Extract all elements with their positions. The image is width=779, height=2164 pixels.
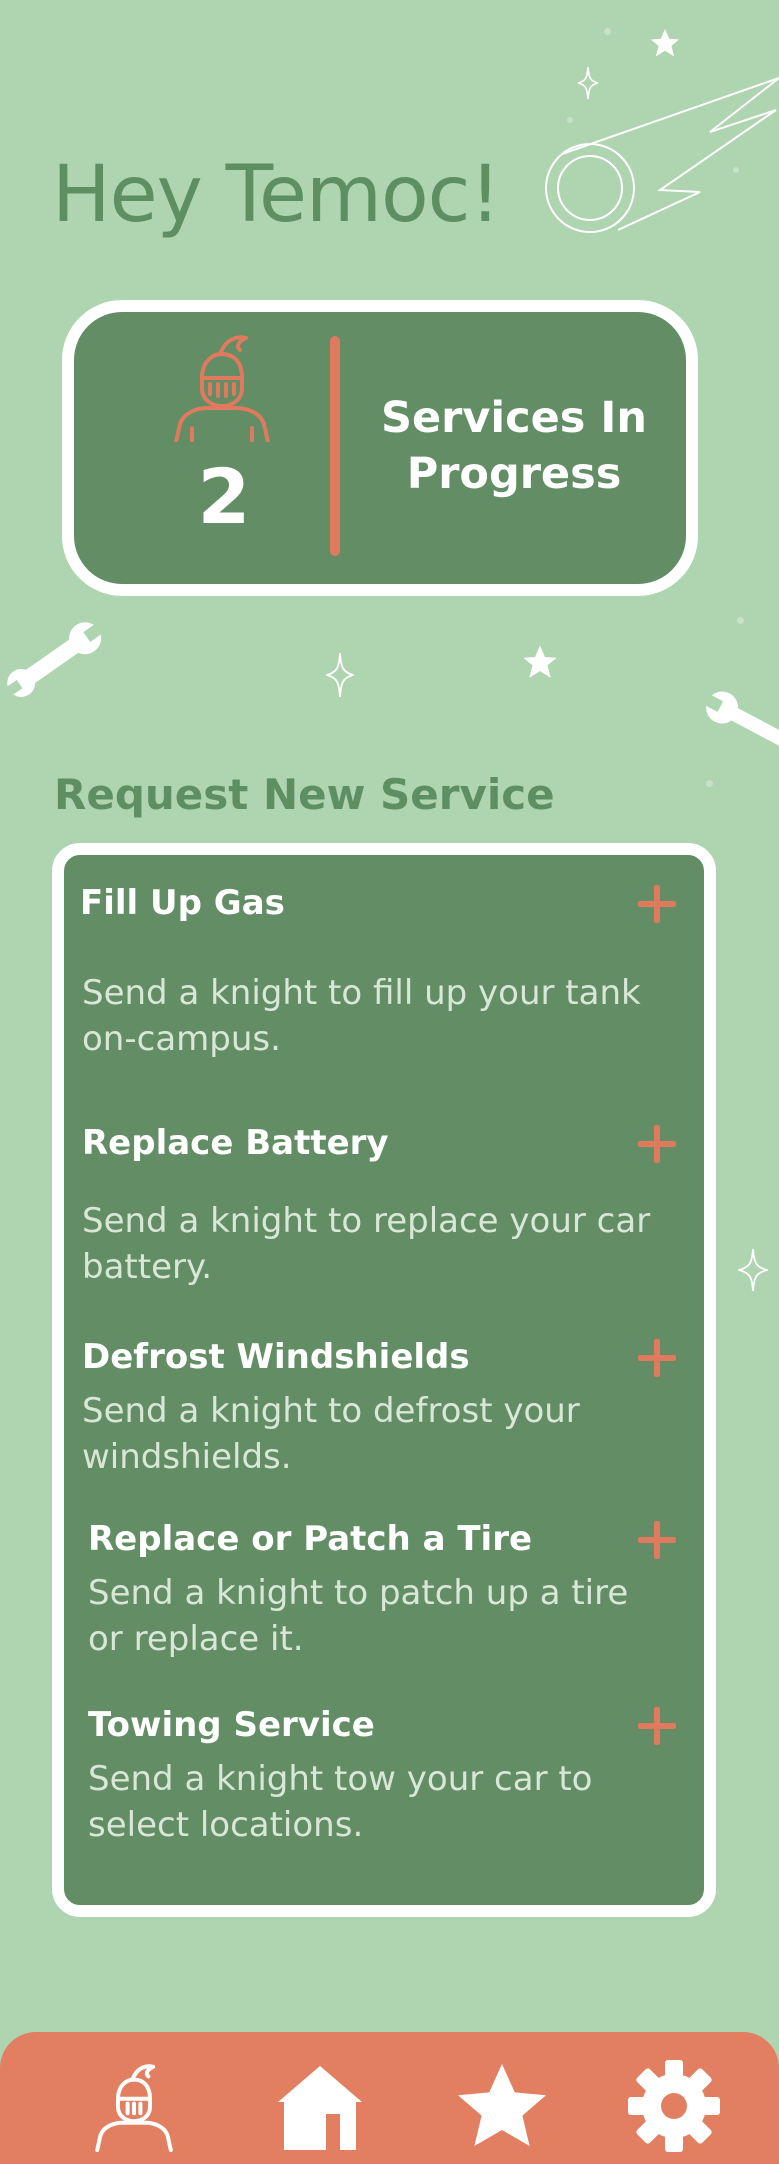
star-icon[interactable]	[454, 2058, 550, 2154]
service-title-fill-up-gas: Fill Up Gas	[80, 883, 285, 923]
service-title-defrost-windshields: Defrost Windshields	[82, 1337, 470, 1377]
add-fill-up-gas-button[interactable]	[638, 885, 676, 923]
add-replace-or-patch-tire-button[interactable]	[638, 1521, 676, 1559]
sparkle-icon	[326, 652, 354, 698]
service-description: Send a knight to fill up your tank on-ca…	[82, 973, 641, 1059]
dot	[737, 617, 744, 624]
bottom-nav	[0, 2032, 779, 2164]
service-title-towing-service: Towing Service	[88, 1705, 375, 1745]
in-progress-label: Services In Progress	[381, 393, 647, 499]
sparkle-icon	[738, 1248, 768, 1292]
add-defrost-windshields-button[interactable]	[638, 1339, 676, 1377]
star-icon	[523, 645, 557, 678]
page-title: Hey Temoc!	[52, 150, 501, 240]
add-replace-battery-button[interactable]	[638, 1125, 676, 1163]
add-towing-service-button[interactable]	[638, 1707, 676, 1745]
gear-icon[interactable]	[626, 2058, 722, 2154]
wrench-icon	[3, 621, 105, 698]
comet-icon	[545, 77, 779, 233]
section-title: Request New Service	[54, 770, 555, 819]
service-description: Send a knight tow your car to select loc…	[88, 1759, 593, 1845]
service-title-replace-or-patch-tire: Replace or Patch a Tire	[88, 1519, 533, 1559]
service-description: Send a knight to replace your car batter…	[82, 1201, 651, 1287]
wrench-icon	[703, 691, 779, 750]
dot	[706, 780, 713, 787]
services-in-progress-card[interactable]: 2 Services In Progress	[62, 300, 698, 596]
knight-icon	[174, 335, 270, 442]
knight-icon[interactable]	[86, 2058, 182, 2154]
dot	[604, 28, 611, 35]
in-progress-count: 2	[197, 452, 251, 541]
star-icon	[650, 28, 680, 57]
service-description: Send a knight to patch up a tire or repl…	[88, 1573, 629, 1659]
service-description: Send a knight to defrost your windshield…	[82, 1391, 580, 1477]
service-list: Fill Up Gas Send a knight to fill up you…	[52, 843, 716, 1917]
home-icon[interactable]	[272, 2058, 368, 2154]
service-title-replace-battery: Replace Battery	[82, 1123, 389, 1163]
divider	[330, 336, 340, 556]
